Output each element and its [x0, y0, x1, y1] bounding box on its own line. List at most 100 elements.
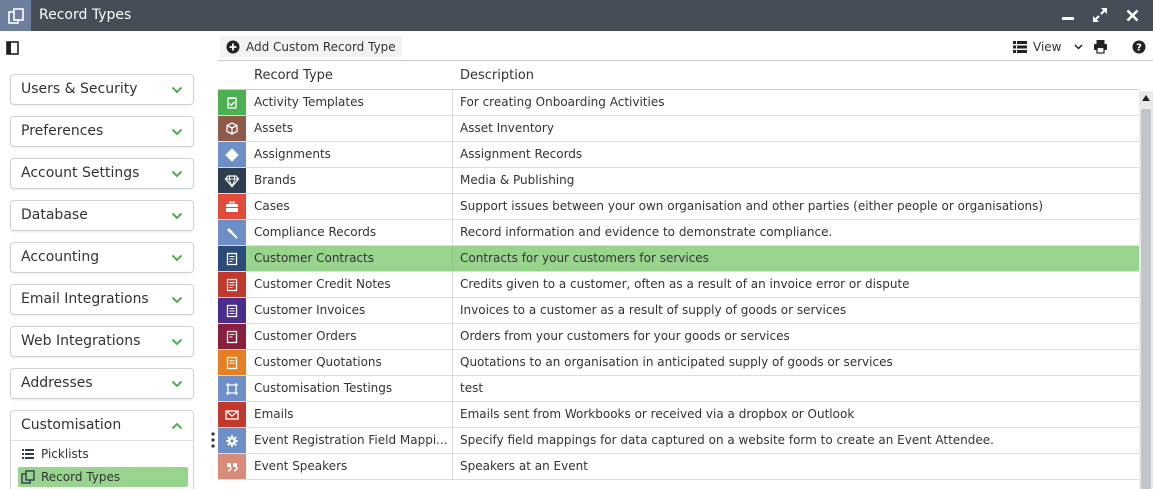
quote-icon: [218, 454, 246, 479]
table-row[interactable]: Customer Orders Orders from your customer…: [218, 324, 1139, 350]
record-types-table: Record Type Description Activity Templat…: [218, 62, 1139, 489]
sidebar-section-account-settings[interactable]: Account Settings: [10, 158, 194, 189]
add-custom-record-type-button[interactable]: Add Custom Record Type: [220, 36, 402, 58]
settings-sidebar: Users & Security Preferences Account Set…: [0, 62, 205, 489]
table-row[interactable]: Emails Emails sent from Workbooks or rece…: [218, 402, 1139, 428]
record-type-name: Event Registration Field Mappi...: [254, 433, 448, 447]
scroll-up-arrow-icon[interactable]: [1142, 95, 1150, 101]
help-icon[interactable]: ?: [1132, 39, 1147, 54]
table-row[interactable]: Activity Templates For creating Onboardin…: [218, 90, 1139, 116]
column-header-description[interactable]: Description: [460, 62, 534, 90]
record-type-description: Emails sent from Workbooks or received v…: [460, 407, 855, 421]
column-divider: [452, 324, 453, 349]
toolbar: Add Custom Record Type View ?: [218, 33, 1153, 61]
record-type-name: Customer Orders: [254, 329, 357, 343]
order-icon: [218, 324, 246, 349]
sidebar-section-label: Customisation: [21, 417, 122, 433]
sidebar-item-picklists[interactable]: Picklists: [18, 444, 188, 464]
sidebar-section-accounting[interactable]: Accounting: [10, 242, 194, 273]
chevron-down-icon: [171, 86, 183, 94]
table-row[interactable]: Event Speakers Speakers at an Event: [218, 454, 1139, 480]
record-type-description: Invoices to a customer as a result of su…: [460, 303, 847, 317]
sidebar-section-database[interactable]: Database: [10, 200, 194, 231]
sidebar-section-preferences[interactable]: Preferences: [10, 116, 194, 147]
print-icon[interactable]: [1093, 39, 1108, 54]
chevron-down-icon: [171, 380, 183, 388]
sidebar-section-email-integrations[interactable]: Email Integrations: [10, 284, 194, 315]
sidebar-toggle-icon[interactable]: [6, 40, 19, 55]
table-row[interactable]: Cases Support issues between your own org…: [218, 194, 1139, 220]
frame-icon: [218, 376, 246, 401]
table-header: Record Type Description: [218, 62, 1139, 90]
table-row[interactable]: Customer Credit Notes Credits given to a …: [218, 272, 1139, 298]
table-row[interactable]: Event Registration Field Mappi... Specify…: [218, 428, 1139, 454]
sidebar-section-addresses[interactable]: Addresses: [10, 368, 194, 399]
minimize-button[interactable]: [1059, 6, 1077, 24]
record-type-description: Credits given to a customer, often as a …: [460, 277, 910, 291]
chevron-down-icon: [171, 212, 183, 220]
panel-resize-handle[interactable]: [211, 432, 215, 448]
sidebar-section-customisation: Customisation Picklists Record Types: [10, 410, 194, 489]
table-row[interactable]: Customer Invoices Invoices to a customer …: [218, 298, 1139, 324]
record-type-name: Emails: [254, 407, 294, 421]
sidebar-item-record-types[interactable]: Record Types: [18, 467, 188, 487]
column-divider: [452, 142, 453, 167]
table-row[interactable]: Assignments Assignment Records: [218, 142, 1139, 168]
record-type-description: Speakers at an Event: [460, 459, 588, 473]
table-row[interactable]: Brands Media & Publishing: [218, 168, 1139, 194]
invoice-icon: [218, 298, 246, 323]
sidebar-section-web-integrations[interactable]: Web Integrations: [10, 326, 194, 357]
chevron-down-icon: [1074, 44, 1083, 50]
cube-icon: [218, 116, 246, 141]
record-type-name: Customer Quotations: [254, 355, 382, 369]
sidebar-section-label: Account Settings: [21, 165, 140, 181]
chevron-up-icon: [171, 422, 183, 430]
table-row[interactable]: Compliance Records Record information and…: [218, 220, 1139, 246]
record-type-name: Assets: [254, 121, 294, 135]
record-type-name: Brands: [254, 173, 296, 187]
diamond-icon: [218, 168, 246, 193]
close-button[interactable]: [1123, 6, 1141, 24]
sidebar-section-users-security[interactable]: Users & Security: [10, 74, 194, 105]
svg-text:?: ?: [1136, 43, 1142, 54]
gear-icon: [218, 428, 246, 453]
scrollbar-thumb[interactable]: [1141, 109, 1151, 489]
column-divider: [452, 272, 453, 297]
record-type-description: test: [460, 381, 484, 395]
contract-icon: [218, 246, 246, 271]
table-row[interactable]: Customer Contracts Contracts for your cus…: [218, 246, 1139, 272]
record-type-description: Contracts for your customers for service…: [460, 251, 709, 265]
chevron-down-icon: [171, 338, 183, 346]
column-header-record-type[interactable]: Record Type: [254, 62, 333, 90]
sidebar-item-label: Record Types: [41, 470, 121, 484]
record-type-name: Event Speakers: [254, 459, 348, 473]
record-type-name: Customisation Testings: [254, 381, 393, 395]
table-row[interactable]: Assets Asset Inventory: [218, 116, 1139, 142]
table-row[interactable]: Customisation Testings test: [218, 376, 1139, 402]
record-type-description: Quotations to an organisation in anticip…: [460, 355, 893, 369]
column-divider: [452, 428, 453, 453]
vertical-scrollbar[interactable]: [1139, 91, 1153, 489]
sidebar-item-label: Picklists: [41, 447, 89, 461]
plus-circle-icon: [226, 40, 240, 54]
record-type-description: Asset Inventory: [460, 121, 554, 135]
column-divider: [452, 298, 453, 323]
sidebar-section-label: Database: [21, 207, 88, 223]
gavel-icon: [218, 220, 246, 245]
briefcase-icon: [218, 194, 246, 219]
sidebar-section-label: Addresses: [21, 375, 93, 391]
column-divider: [452, 402, 453, 427]
record-types-icon: [21, 470, 35, 484]
chevron-down-icon: [171, 254, 183, 262]
chevron-down-icon: [171, 296, 183, 304]
record-type-name: Customer Invoices: [254, 303, 366, 317]
record-type-description: Orders from your customers for your good…: [460, 329, 790, 343]
customisation-header[interactable]: Customisation: [11, 411, 193, 441]
maximize-button[interactable]: [1091, 6, 1109, 24]
record-type-name: Assignments: [254, 147, 331, 161]
chevron-down-icon: [171, 128, 183, 136]
table-row[interactable]: Customer Quotations Quotations to an orga…: [218, 350, 1139, 376]
record-type-name: Customer Contracts: [254, 251, 374, 265]
window-title: Record Types: [39, 7, 132, 23]
view-dropdown[interactable]: View: [1011, 36, 1083, 58]
